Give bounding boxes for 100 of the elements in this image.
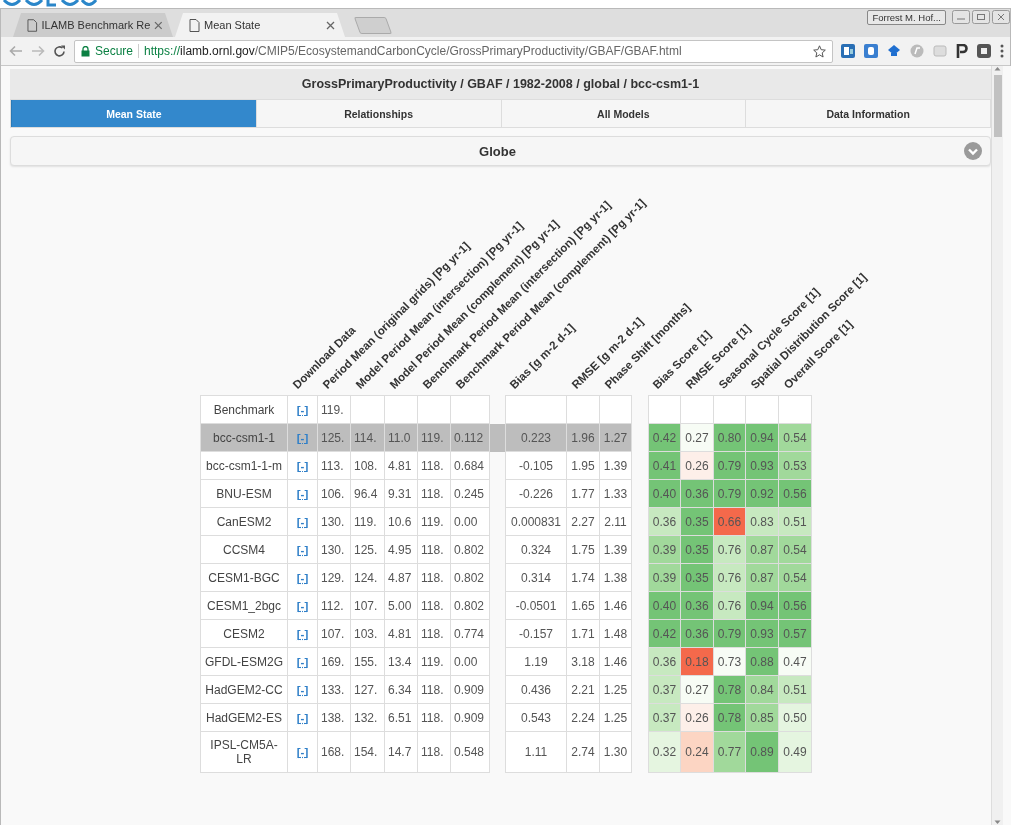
table-cell: 0.909 bbox=[451, 704, 490, 732]
score-cell: 0.36 bbox=[681, 620, 714, 648]
score-cell: 0.89 bbox=[746, 732, 779, 773]
download-link[interactable]: [-] bbox=[296, 626, 309, 641]
score-cell: 0.54 bbox=[779, 564, 812, 592]
model-name[interactable]: CESM2 bbox=[200, 620, 288, 648]
browser-tab[interactable]: ILAMB Benchmark Re bbox=[13, 13, 173, 37]
score-cell: 0.27 bbox=[681, 676, 714, 704]
model-name[interactable]: CanESM2 bbox=[200, 508, 288, 536]
secure-label: Secure bbox=[95, 44, 134, 58]
score-cell: 0.42 bbox=[648, 424, 681, 452]
table-cell: 118. bbox=[418, 732, 451, 773]
table-cell: 1.95 bbox=[567, 452, 600, 480]
table-cell: 119. bbox=[318, 395, 351, 424]
table-cell: 1.27 bbox=[600, 424, 632, 452]
download-link[interactable]: [-] bbox=[296, 570, 309, 585]
download-link[interactable]: [-] bbox=[296, 458, 309, 473]
table-cell: 1.39 bbox=[600, 452, 632, 480]
model-name[interactable]: IPSL-CM5A-LR bbox=[200, 732, 288, 773]
model-name[interactable]: bcc-csm1-1-m bbox=[200, 452, 288, 480]
download-link[interactable]: [-] bbox=[296, 402, 309, 417]
table-cell: 0.774 bbox=[451, 620, 490, 648]
table-cell: 125. bbox=[318, 424, 351, 452]
model-name[interactable]: CESM1-BGC bbox=[200, 564, 288, 592]
table-cell: 9.31 bbox=[385, 480, 418, 508]
table-cell: 0.802 bbox=[451, 536, 490, 564]
download-link[interactable]: [-] bbox=[296, 514, 309, 529]
tab[interactable]: Mean State bbox=[11, 100, 256, 127]
score-cell: 0.37 bbox=[648, 676, 681, 704]
score-cell: 0.32 bbox=[648, 732, 681, 773]
table-cell: 103. bbox=[351, 620, 385, 648]
table-cell: 0.245 bbox=[451, 480, 490, 508]
section-header[interactable]: Globe bbox=[10, 136, 991, 166]
table-cell: 119. bbox=[418, 424, 451, 452]
score-cell: 0.40 bbox=[648, 480, 681, 508]
table-cell: 118. bbox=[418, 536, 451, 564]
score-cell: 0.40 bbox=[648, 592, 681, 620]
score-cell: 0.50 bbox=[779, 704, 812, 732]
model-name[interactable]: CCSM4 bbox=[200, 536, 288, 564]
table-cell: 6.51 bbox=[385, 704, 418, 732]
score-cell: 0.37 bbox=[648, 704, 681, 732]
profile-button[interactable]: Forrest M. Hof... bbox=[867, 10, 946, 25]
table-cell: 127. bbox=[351, 676, 385, 704]
score-cell: 0.36 bbox=[648, 508, 681, 536]
table-cell: 130. bbox=[318, 536, 351, 564]
download-link[interactable]: [-] bbox=[296, 542, 309, 557]
score-cell: 0.78 bbox=[714, 704, 746, 732]
score-cell: 0.93 bbox=[746, 620, 779, 648]
download-link[interactable]: [-] bbox=[296, 486, 309, 501]
model-name[interactable]: CESM1_2bgc bbox=[200, 592, 288, 620]
tab[interactable]: Relationships bbox=[255, 100, 501, 127]
score-cell: 0.39 bbox=[648, 536, 681, 564]
table-cell: 169. bbox=[318, 648, 351, 676]
table-cell: 11.0 bbox=[385, 424, 418, 452]
download-link[interactable]: [-] bbox=[296, 745, 309, 759]
table-cell: 118. bbox=[418, 620, 451, 648]
table-cell: 1.33 bbox=[600, 480, 632, 508]
browser-tab[interactable]: Mean State bbox=[175, 13, 345, 37]
table-cell: 4.81 bbox=[385, 620, 418, 648]
table-cell: 0.112 bbox=[451, 424, 490, 452]
table-cell: -0.226 bbox=[505, 480, 567, 508]
tab[interactable]: Data Information bbox=[745, 100, 990, 127]
table-cell: 114. bbox=[351, 424, 385, 452]
score-cell: 0.83 bbox=[746, 508, 779, 536]
table-cell: 14.7 bbox=[385, 732, 418, 773]
table-cell: 118. bbox=[418, 452, 451, 480]
tab[interactable]: All Models bbox=[500, 100, 746, 127]
table-cell: 0.223 bbox=[505, 424, 567, 452]
model-name[interactable]: BNU-ESM bbox=[200, 480, 288, 508]
table-cell: 3.18 bbox=[567, 648, 600, 676]
score-cell: 0.92 bbox=[746, 480, 779, 508]
address-bar[interactable]: Secure https://ilamb.ornl.gov/CMIP5/EcosystemandCarbonCycle/GrossPrimaryProductivity/GBAF/GBAF.html bbox=[74, 39, 833, 63]
download-link[interactable]: [-] bbox=[296, 710, 309, 725]
score-cell: 0.54 bbox=[779, 536, 812, 564]
download-link[interactable]: [-] bbox=[296, 654, 309, 669]
table-cell: 118. bbox=[418, 564, 451, 592]
download-link[interactable]: [-] bbox=[296, 682, 309, 697]
table-cell: 154. bbox=[351, 732, 385, 773]
score-cell: 0.35 bbox=[681, 536, 714, 564]
model-name[interactable]: HadGEM2-CC bbox=[200, 676, 288, 704]
table-cell: 1.48 bbox=[600, 620, 632, 648]
score-cell: 0.78 bbox=[714, 676, 746, 704]
table-cell: 133. bbox=[318, 676, 351, 704]
score-cell: 0.35 bbox=[681, 508, 714, 536]
model-name[interactable]: Benchmark bbox=[200, 395, 288, 424]
score-cell: 0.39 bbox=[648, 564, 681, 592]
table-cell: 0.684 bbox=[451, 452, 490, 480]
model-name[interactable]: GFDL-ESM2G bbox=[200, 648, 288, 676]
score-cell: 0.35 bbox=[681, 564, 714, 592]
table-cell: 118. bbox=[418, 592, 451, 620]
score-cell: 0.42 bbox=[648, 620, 681, 648]
download-link[interactable]: [-] bbox=[296, 598, 309, 613]
model-name[interactable]: HadGEM2-ES bbox=[200, 704, 288, 732]
table-cell: 1.75 bbox=[567, 536, 600, 564]
model-name[interactable]: bcc-csm1-1 bbox=[200, 424, 288, 452]
score-cell: 0.51 bbox=[779, 508, 812, 536]
table-cell: 106. bbox=[318, 480, 351, 508]
table-cell: 2.24 bbox=[567, 704, 600, 732]
table-cell: 0.802 bbox=[451, 564, 490, 592]
score-cell: 0.49 bbox=[779, 732, 812, 773]
